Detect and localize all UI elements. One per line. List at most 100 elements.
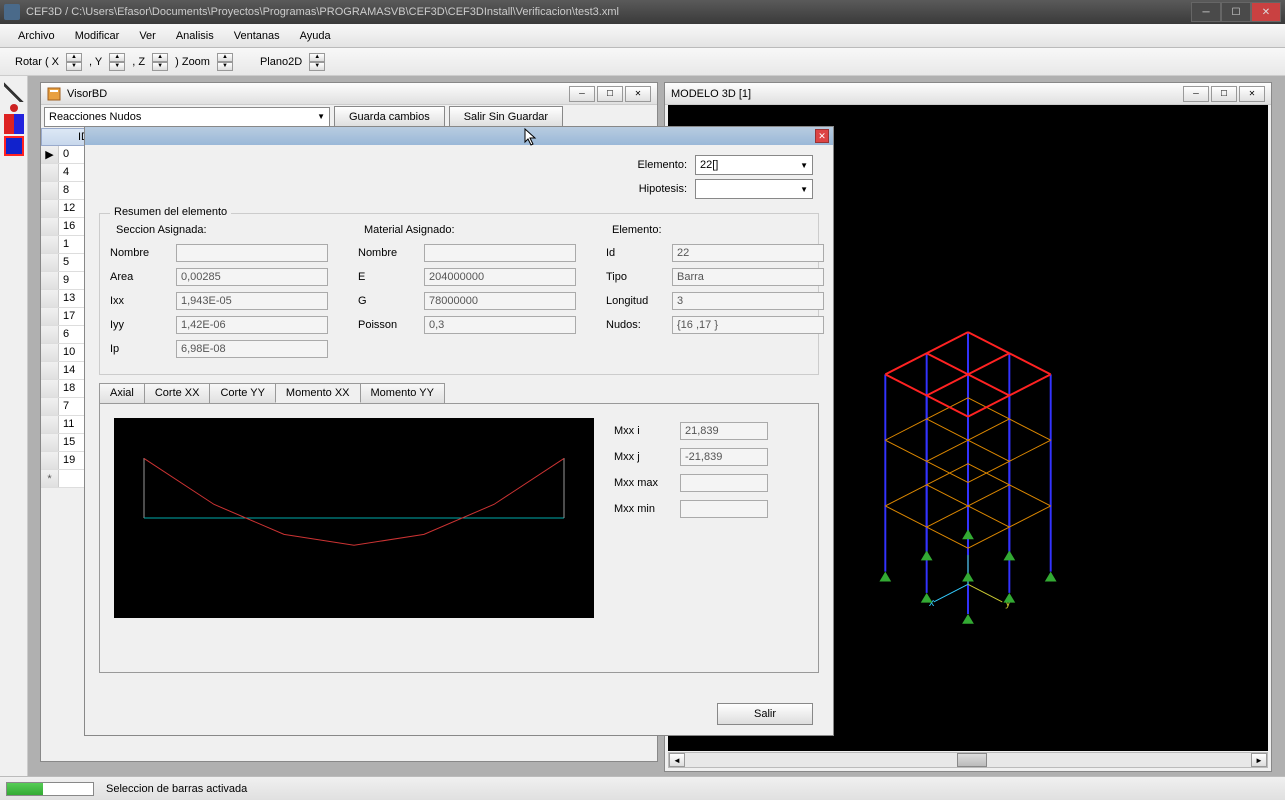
seccion-nombre-input[interactable] (176, 244, 328, 262)
elemento-label: Elemento: (627, 159, 687, 171)
elem-id-input[interactable] (672, 244, 824, 262)
scroll-track[interactable] (685, 753, 1251, 767)
menubar: Archivo Modificar Ver Analisis Ventanas … (0, 24, 1285, 48)
app-icon (4, 4, 20, 20)
material-e-input[interactable] (424, 268, 576, 286)
pencil-icon[interactable] (4, 82, 24, 102)
visorbd-titlebar[interactable]: VisorBD ─ ☐ ✕ (41, 83, 657, 105)
menu-ayuda[interactable]: Ayuda (290, 27, 341, 45)
esfuerzos-titlebar[interactable]: ✕ (85, 127, 833, 145)
reacciones-combo-text: Reacciones Nudos (49, 111, 141, 123)
left-iconstrip (0, 76, 28, 776)
modelo3d-titlebar[interactable]: MODELO 3D [1] ─ ☐ ✕ (665, 83, 1271, 105)
mxx-j-input[interactable] (680, 448, 768, 466)
red-dot-icon[interactable] (10, 104, 18, 112)
seccion-ip-label: Ip (110, 343, 168, 355)
maximize-button[interactable]: ☐ (1221, 2, 1251, 22)
mxx-i-input[interactable] (680, 422, 768, 440)
menu-ver[interactable]: Ver (129, 27, 166, 45)
material-nombre-input[interactable] (424, 244, 576, 262)
tab-axial[interactable]: Axial (99, 383, 145, 403)
spinner-plano2d[interactable]: ▲▼ (309, 53, 325, 71)
plano2d-label: Plano2D (260, 56, 302, 68)
elem-nudos-label: Nudos: (606, 319, 664, 331)
material-poisson-input[interactable] (424, 316, 576, 334)
modelo3d-maximize-button[interactable]: ☐ (1211, 86, 1237, 102)
tab-corte-yy[interactable]: Corte YY (209, 383, 275, 403)
spinner-x[interactable]: ▲▼ (66, 53, 82, 71)
esf-toprow: Elemento: 22[]▼ (85, 145, 833, 175)
seccion-iyy-label: Iyy (110, 319, 168, 331)
modelo3d-hscroll[interactable]: ◄ ► (668, 752, 1268, 768)
seccion-ip-input[interactable] (176, 340, 328, 358)
resumen-title: Resumen del elemento (110, 206, 231, 218)
status-text: Seleccion de barras activada (106, 783, 247, 795)
close-button[interactable]: ✕ (1251, 2, 1281, 22)
seccion-title: Seccion Asignada: (116, 224, 328, 236)
visorbd-close-button[interactable]: ✕ (625, 86, 651, 102)
visorbd-maximize-button[interactable]: ☐ (597, 86, 623, 102)
spinner-z[interactable]: ▲▼ (152, 53, 168, 71)
guarda-cambios-button[interactable]: Guarda cambios (334, 106, 445, 128)
spinner-y[interactable]: ▲▼ (109, 53, 125, 71)
material-g-label: G (358, 295, 416, 307)
reacciones-combo[interactable]: Reacciones Nudos ▼ (44, 107, 330, 127)
elemento-col: Elemento: Id Tipo Longitud Nudos: (606, 224, 824, 364)
rotar-label: Rotar ( X (15, 56, 59, 68)
mxx-min-label: Mxx min (614, 503, 672, 515)
spinner-zoom[interactable]: ▲▼ (217, 53, 233, 71)
modelo3d-close-button[interactable]: ✕ (1239, 86, 1265, 102)
seccion-iyy-input[interactable] (176, 316, 328, 334)
visorbd-title: VisorBD (67, 88, 569, 100)
hipotesis-label: Hipotesis: (627, 183, 687, 195)
minimize-button[interactable]: ─ (1191, 2, 1221, 22)
modelo3d-minimize-button[interactable]: ─ (1183, 86, 1209, 102)
split-color-icon[interactable] (4, 114, 24, 134)
elem-long-label: Longitud (606, 295, 664, 307)
scroll-left-icon[interactable]: ◄ (669, 753, 685, 767)
material-poisson-label: Poisson (358, 319, 416, 331)
visorbd-toolbar: Reacciones Nudos ▼ Guarda cambios Salir … (41, 105, 657, 128)
menu-analisis[interactable]: Analisis (166, 27, 224, 45)
blue-square-icon[interactable] (4, 136, 24, 156)
progress-bar (6, 782, 94, 796)
seccion-ixx-label: Ixx (110, 295, 168, 307)
menu-archivo[interactable]: Archivo (8, 27, 65, 45)
tab-momento-yy[interactable]: Momento YY (360, 383, 445, 403)
salir-button[interactable]: Salir (717, 703, 813, 725)
menu-modificar[interactable]: Modificar (65, 27, 130, 45)
seccion-area-label: Area (110, 271, 168, 283)
elem-long-input[interactable] (672, 292, 824, 310)
statusbar: Seleccion de barras activada (0, 776, 1285, 800)
hipotesis-dropdown[interactable]: ▼ (695, 179, 813, 199)
elem-nudos-input[interactable] (672, 316, 824, 334)
scroll-thumb[interactable] (957, 753, 987, 767)
form-icon (47, 87, 61, 101)
chevron-down-icon: ▼ (800, 185, 808, 194)
mxx-i-label: Mxx i (614, 425, 672, 437)
mxx-min-input[interactable] (680, 500, 768, 518)
material-title: Material Asignado: (364, 224, 576, 236)
tab-momento-xx[interactable]: Momento XX (275, 383, 361, 403)
visorbd-minimize-button[interactable]: ─ (569, 86, 595, 102)
salir-sin-guardar-button[interactable]: Salir Sin Guardar (449, 106, 563, 128)
resumen-groupbox: Resumen del elemento Seccion Asignada: N… (99, 213, 819, 375)
momento-chart (114, 418, 594, 618)
elemento-dropdown[interactable]: 22[]▼ (695, 155, 813, 175)
z-label: , Z (132, 56, 145, 68)
menu-ventanas[interactable]: Ventanas (224, 27, 290, 45)
seccion-area-input[interactable] (176, 268, 328, 286)
seccion-ixx-input[interactable] (176, 292, 328, 310)
seccion-nombre-label: Nombre (110, 247, 168, 259)
modelo3d-title: MODELO 3D [1] (671, 88, 1183, 100)
material-g-input[interactable] (424, 292, 576, 310)
esfuerzos-close-button[interactable]: ✕ (815, 129, 829, 143)
tab-corte-xx[interactable]: Corte XX (144, 383, 211, 403)
elem-tipo-input[interactable] (672, 268, 824, 286)
mxx-max-input[interactable] (680, 474, 768, 492)
esfuerzos-panel: ✕ Elemento: 22[]▼ Hipotesis: ▼ Resumen d… (84, 126, 834, 736)
main-area: VisorBD ─ ☐ ✕ Reacciones Nudos ▼ Guarda … (28, 76, 1285, 776)
seccion-col: Seccion Asignada: Nombre Area Ixx Iyy Ip (110, 224, 328, 364)
elemento-col-title: Elemento: (612, 224, 824, 236)
scroll-right-icon[interactable]: ► (1251, 753, 1267, 767)
